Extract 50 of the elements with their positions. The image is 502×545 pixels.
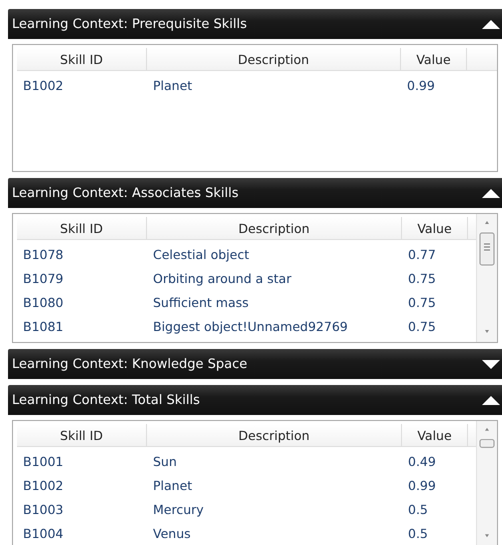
column-header[interactable]: Value — [401, 48, 467, 71]
table-cell-text: B1002 — [22, 76, 64, 94]
column-header[interactable]: Skill ID — [17, 217, 147, 240]
column-header[interactable]: Skill ID — [17, 48, 147, 71]
table-cell-text: 0.5 — [407, 524, 429, 542]
table-cell-text: B1078 — [22, 246, 64, 264]
collapse-arrow-icon[interactable] — [482, 19, 500, 29]
table-cell-text: 0.99 — [407, 476, 437, 494]
column-header[interactable]: Description — [147, 424, 402, 447]
panel-title: Learning Context: Associates Skills — [12, 186, 239, 200]
column-header[interactable]: Skill ID — [17, 424, 147, 447]
table-cell-text: B1080 — [22, 294, 64, 312]
table-cell-text: Orbiting around a star — [152, 270, 292, 288]
table-cell-text: Planet — [152, 476, 194, 494]
table-cell-text: Planet — [152, 76, 194, 94]
scrollbar[interactable] — [476, 214, 497, 342]
table-cell-text: B1004 — [22, 524, 64, 542]
table-cell-text: B1001 — [22, 452, 64, 470]
table-cell-text: Sufficient mass — [152, 294, 250, 312]
table-cell-text: Celestial object — [152, 246, 250, 264]
table-cell-text: 0.5 — [407, 500, 429, 518]
panel-header[interactable]: Learning Context: Prerequisite Skills — [8, 9, 502, 39]
expand-arrow-icon[interactable] — [482, 359, 500, 369]
panel-title: Learning Context: Prerequisite Skills — [12, 16, 247, 32]
table-cell-text: 0.99 — [406, 76, 436, 94]
panel-header[interactable]: Learning Context: Associates Skills — [8, 178, 502, 208]
table-cell-text: 0.49 — [407, 452, 437, 470]
table-cell-text: B1079 — [22, 270, 64, 288]
table-cell-text: Biggest object!Unnamed92769 — [152, 318, 349, 336]
table-cell-text: 0.75 — [407, 318, 437, 336]
column-header[interactable]: Value — [402, 217, 468, 240]
table-cell-text: 0.75 — [407, 270, 437, 288]
table-cell-text: Mercury — [152, 500, 205, 519]
table-cell-text: B1003 — [22, 500, 64, 518]
panel-title: Learning Context: Knowledge Space — [12, 356, 248, 372]
collapse-arrow-icon[interactable] — [482, 395, 500, 405]
table-cell-text: Venus — [152, 524, 192, 542]
column-header[interactable]: Description — [147, 48, 401, 71]
table-cell-text: B1081 — [22, 318, 64, 336]
column-header[interactable]: Description — [147, 217, 402, 240]
scrollbar[interactable] — [476, 421, 497, 545]
table-cell-text: 0.75 — [407, 294, 437, 312]
panel-header[interactable]: Learning Context: Knowledge Space — [8, 349, 502, 379]
table-cell-text: B1002 — [22, 476, 64, 494]
panel-title: Learning Context: Total Skills — [12, 392, 200, 408]
table-cell-text: 0.77 — [407, 246, 437, 264]
panel-header[interactable]: Learning Context: Total Skills — [8, 385, 502, 415]
column-header[interactable]: Value — [402, 424, 468, 447]
table-cell-text: Sun — [152, 452, 178, 470]
collapse-arrow-icon[interactable] — [482, 188, 500, 198]
